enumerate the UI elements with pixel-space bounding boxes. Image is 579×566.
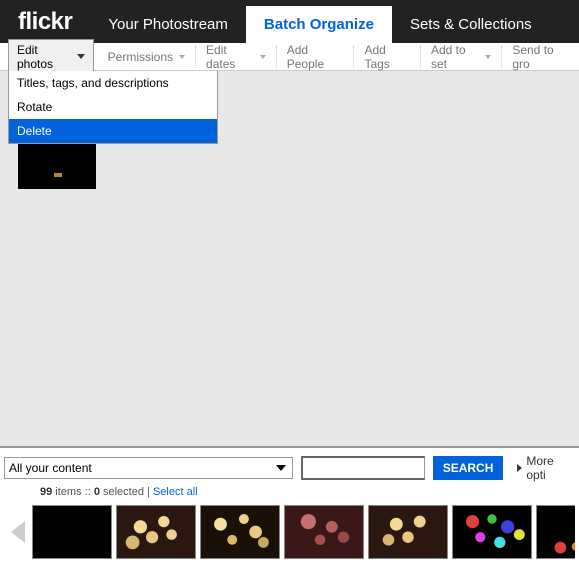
caret-down-icon — [485, 55, 491, 59]
strip-thumb[interactable] — [200, 505, 280, 559]
main-tabs: Your Photostream Batch Organize Sets & C… — [90, 0, 549, 43]
status-row: 99 items :: 0 selected | Select all — [4, 482, 575, 502]
search-input[interactable] — [301, 456, 425, 480]
add-people-button[interactable]: Add People — [277, 46, 355, 68]
caret-down-icon — [179, 55, 185, 59]
arrow-left-icon — [11, 521, 25, 543]
strip-thumb[interactable] — [32, 505, 112, 559]
tab-sets-collections[interactable]: Sets & Collections — [392, 6, 550, 43]
bottom-panel: All your content SEARCH More opti 99 ite… — [0, 446, 579, 566]
add-tags-button[interactable]: Add Tags — [354, 46, 421, 68]
toolbar: Edit photos Permissions Edit dates Add P… — [0, 43, 579, 71]
edit-dates-menu[interactable]: Edit dates — [196, 46, 277, 68]
header: flickr Your Photostream Batch Organize S… — [0, 0, 579, 43]
permissions-menu[interactable]: Permissions — [98, 46, 196, 68]
dropdown-item-rotate[interactable]: Rotate — [9, 95, 217, 119]
strip-prev-button[interactable] — [4, 521, 32, 543]
strip-thumb[interactable] — [116, 505, 196, 559]
edit-photos-label: Edit photos — [17, 43, 71, 71]
caret-down-icon — [77, 54, 85, 59]
strip-thumb[interactable] — [452, 505, 532, 559]
tab-batch-organize[interactable]: Batch Organize — [246, 6, 392, 43]
search-button[interactable]: SEARCH — [433, 456, 504, 480]
tab-photostream[interactable]: Your Photostream — [90, 6, 246, 43]
edit-photos-button[interactable]: Edit photos — [8, 39, 94, 75]
send-to-group-button[interactable]: Send to gro — [502, 46, 579, 68]
caret-down-icon — [260, 55, 266, 59]
more-options-toggle[interactable]: More opti — [517, 454, 575, 482]
dropdown-item-titles[interactable]: Titles, tags, and descriptions — [9, 71, 217, 95]
content-filter-select[interactable]: All your content — [4, 457, 293, 479]
select-all-link[interactable]: Select all — [153, 486, 198, 498]
selected-photo-thumb[interactable] — [18, 137, 96, 189]
strip-thumb[interactable] — [368, 505, 448, 559]
filter-row: All your content SEARCH More opti — [4, 454, 575, 482]
strip-thumbs — [32, 505, 575, 559]
strip-thumb[interactable] — [284, 505, 364, 559]
logo[interactable]: flickr — [0, 8, 90, 36]
edit-photos-dropdown: Titles, tags, and descriptions Rotate De… — [8, 71, 218, 144]
item-count: 99 — [40, 486, 52, 498]
dropdown-item-delete[interactable]: Delete — [9, 119, 217, 143]
strip-thumb[interactable] — [536, 505, 575, 559]
add-to-set-menu[interactable]: Add to set — [421, 46, 502, 68]
photo-strip — [4, 502, 575, 562]
